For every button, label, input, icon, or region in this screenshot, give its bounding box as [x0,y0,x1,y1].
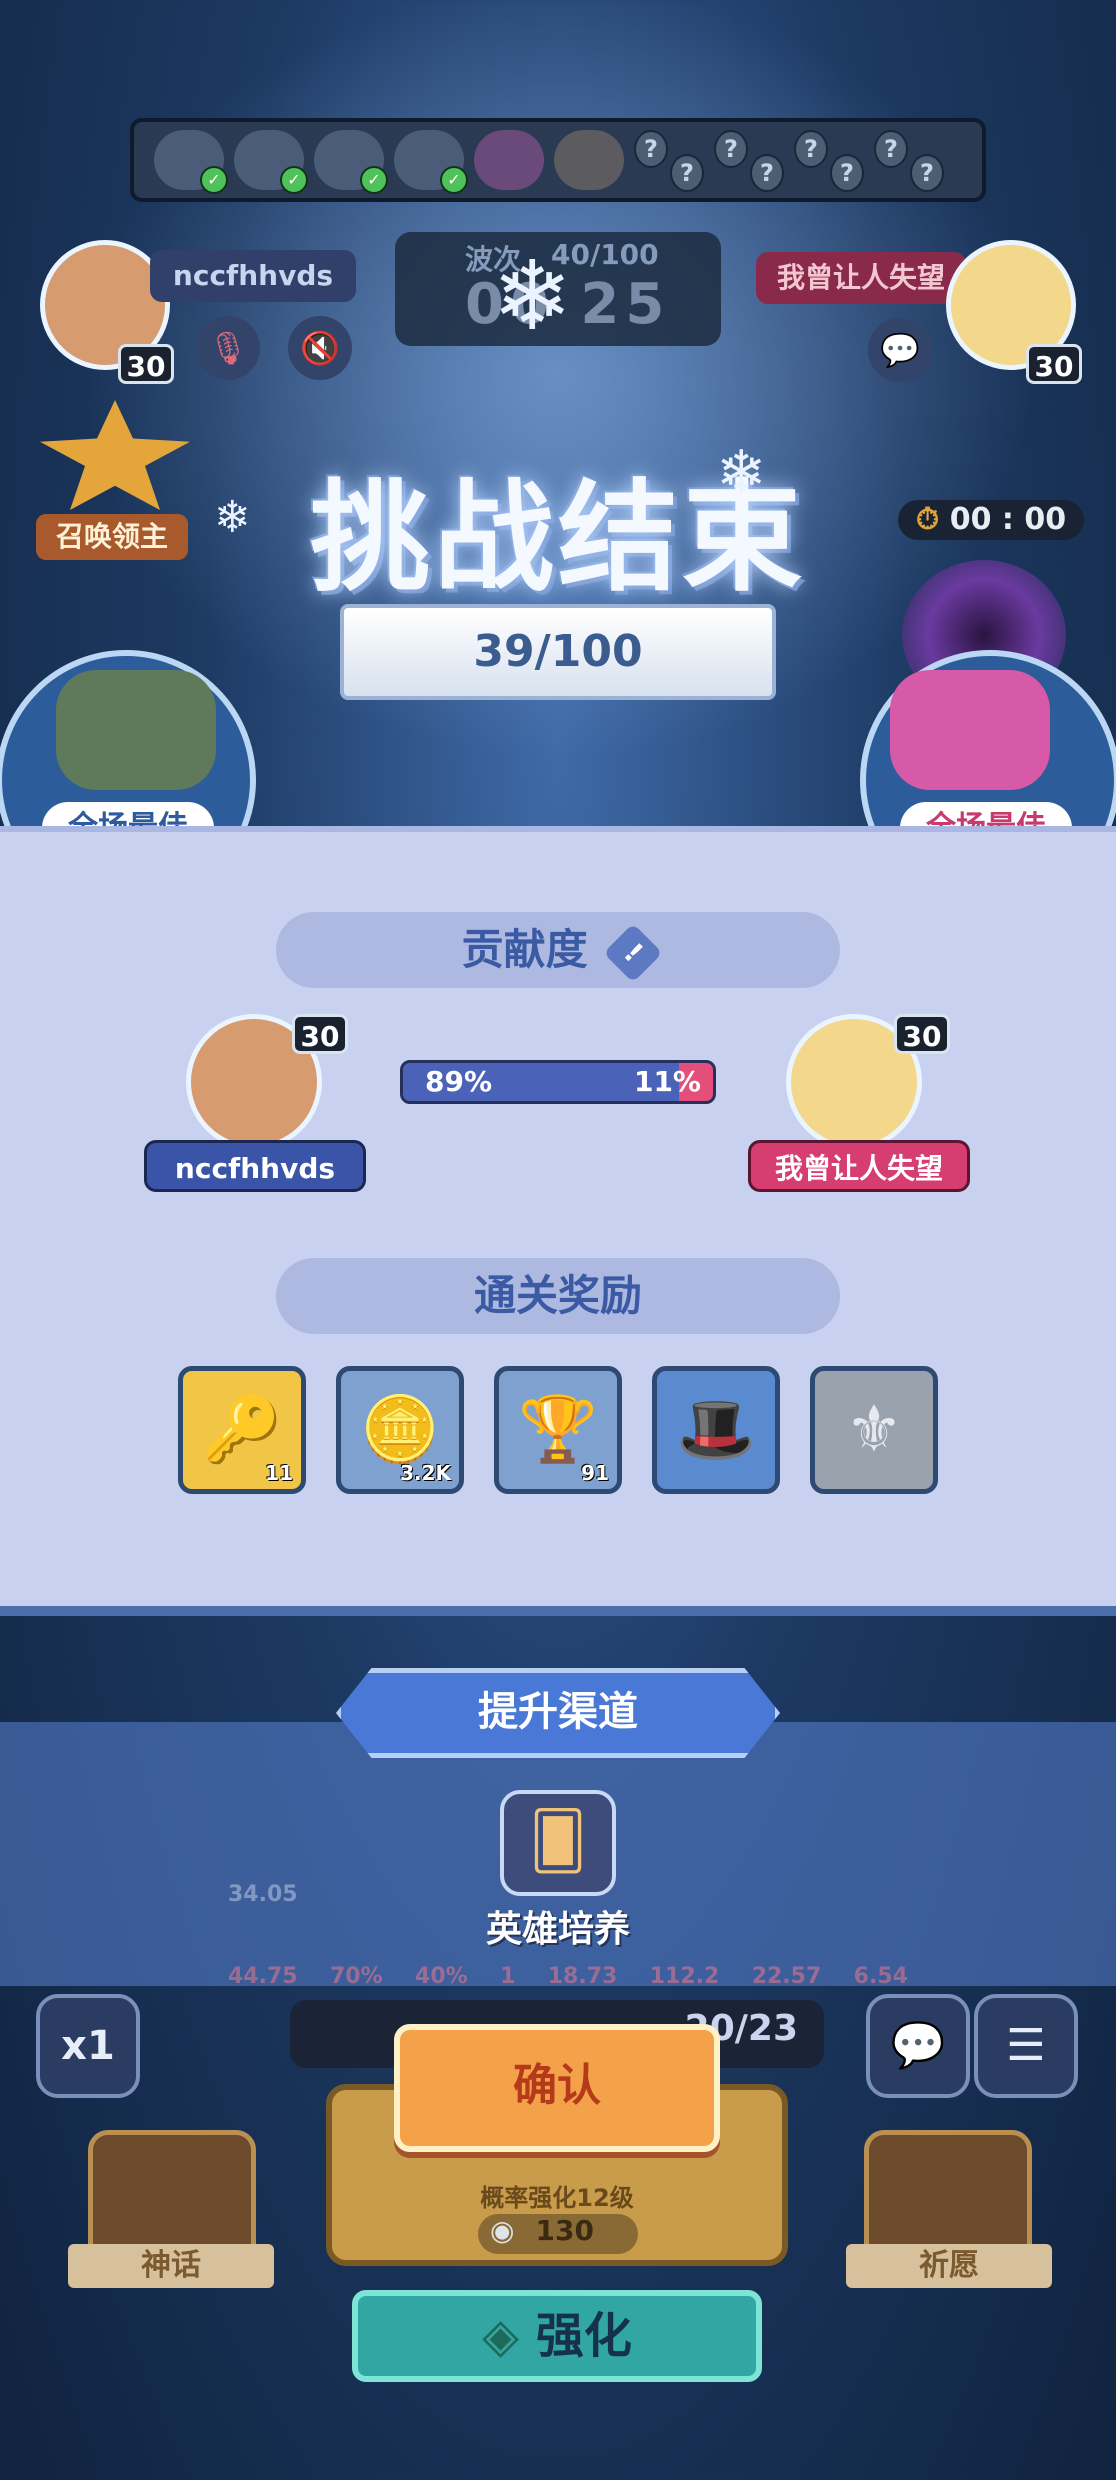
question-mark-icon: ? [714,130,748,168]
reward-trophy[interactable]: 🏆 91 [494,1366,622,1494]
speed-button[interactable]: x1 [36,1994,140,2098]
question-mark-icon: ? [874,130,908,168]
question-mark-icon: ? [670,154,704,192]
faded-stats-line: 44.75 70% 40% 1 18.73 112.2 22.57 6.54 [228,1964,908,1989]
mvp-left-hero [56,670,216,790]
chat-button[interactable]: 💬 [866,1994,970,2098]
snowflake-icon: ❄ [492,240,573,352]
reward-count: 91 [581,1461,609,1485]
check-icon: ✓ [200,166,228,194]
check-icon: ✓ [280,166,308,194]
faded-stat: 40% [415,1964,468,1989]
contrib-p1-name: nccfhhvds [144,1140,366,1192]
reward-count: 11 [265,1461,293,1485]
faded-stat: 22.57 [751,1964,822,1989]
question-mark-icon: ? [830,154,864,192]
question-mark-icon: ? [910,154,944,192]
faded-stat: 1 [500,1964,516,1989]
locked-boss-2: ?? [714,130,784,192]
question-mark-icon: ? [750,154,784,192]
contrib-p2-name: 我曾让人失望 [748,1140,970,1192]
player2-name: 我曾让人失望 [756,252,966,304]
faded-stat: 70% [329,1964,383,1989]
locked-boss-4: ?? [874,130,944,192]
reward-count: 3.2K [400,1461,451,1485]
boss-icon-3: ✓ [314,130,388,194]
hat-emblem-icon: 🎩 [676,1393,756,1467]
rewards-title: 通关奖励 [473,1271,642,1320]
snowflake-icon: ❄ [214,492,251,543]
question-mark-icon: ? [794,130,828,168]
check-icon: ✓ [440,166,468,194]
silver-coin-icon: ◉ [490,2214,515,2247]
speaker-muted-icon[interactable]: 🔇 [288,316,352,380]
contribution-header: 贡献度 ! [276,912,840,988]
confirm-button[interactable]: 确认 [394,2024,720,2152]
pray-label[interactable]: 祈愿 [846,2244,1052,2288]
reward-list: 🔑 11 🪙 3.2K 🏆 91 🎩 ⚜ [178,1366,938,1494]
challenge-end-title: 挑战结束 [310,469,806,608]
upgrade-icon: ◈ [482,2308,520,2364]
mic-muted-icon[interactable]: 🎙 [196,316,260,380]
menu-button[interactable]: ☰ [974,1994,1078,2098]
contribution-p2-percent: 11% [633,1065,701,1098]
faded-stat: 18.73 [547,1964,618,1989]
boss-progress-bar: ✓ ✓ ✓ ✓ ?? ?? ?? ?? [130,118,986,202]
faded-stat: 44.75 [228,1964,298,1989]
chat-bubble-icon[interactable]: 💬 [868,318,932,382]
question-mark-icon: ? [634,130,668,168]
reward-hat-emblem[interactable]: 🎩 [652,1366,780,1494]
boss-icon-1: ✓ [154,130,228,194]
check-icon: ✓ [360,166,388,194]
rewards-header: 通关奖励 [276,1258,840,1334]
boss-icon-5 [474,130,544,190]
info-icon[interactable]: ! [603,922,664,983]
contribution-p1-percent: 89% [425,1065,493,1098]
boss-icon-4: ✓ [394,130,468,194]
contrib-p1-level: 30 [292,1014,348,1054]
summon-cost: 130 [535,2214,594,2247]
player1-name: nccfhhvds [150,250,356,302]
reward-key[interactable]: 🔑 11 [178,1366,306,1494]
locked-boss-3: ?? [794,130,864,192]
score-banner: 39/100 [340,604,776,700]
hero-training-label[interactable]: 英雄培养 [458,1900,658,1952]
channel-header: 提升渠道 [336,1668,780,1758]
result-panel: 贡献度 ! 30 nccfhhvds 30 我曾让人失望 通关奖励 🔑 11 🪙 3… [0,826,1116,1616]
mvp-right-hero [890,670,1050,790]
reward-gold[interactable]: 🪙 3.2K [336,1366,464,1494]
summon-description: 概率强化12级 [480,2184,634,2212]
contribution-title: 贡献度 [461,925,588,974]
contrib-p2-level: 30 [894,1014,950,1054]
reward-silver-emblem[interactable]: ⚜ [810,1366,938,1494]
locked-boss-1: ?? [634,130,704,192]
faded-stat: 34.05 [228,1882,298,1907]
contribution-bar: 89% 11% [400,1060,716,1104]
snowflake-icon: ❄ [716,438,767,508]
upgrade-label: 强化 [535,2308,632,2364]
upgrade-button[interactable]: ◈ 强化 [352,2290,762,2382]
boss-icon-6 [554,130,624,190]
myth-label[interactable]: 神话 [68,2244,274,2288]
faded-stat: 112.2 [649,1964,720,1989]
summon-cost-pill: ◉ 130 [478,2214,638,2254]
hero-cards-icon[interactable]: 🂠 [500,1790,616,1896]
player2-level-badge: 30 [1026,344,1082,384]
boss-icon-2: ✓ [234,130,308,194]
faded-stat: 6.54 [853,1964,908,1989]
silver-emblem-icon: ⚜ [845,1393,903,1467]
player1-level-badge: 30 [118,344,174,384]
